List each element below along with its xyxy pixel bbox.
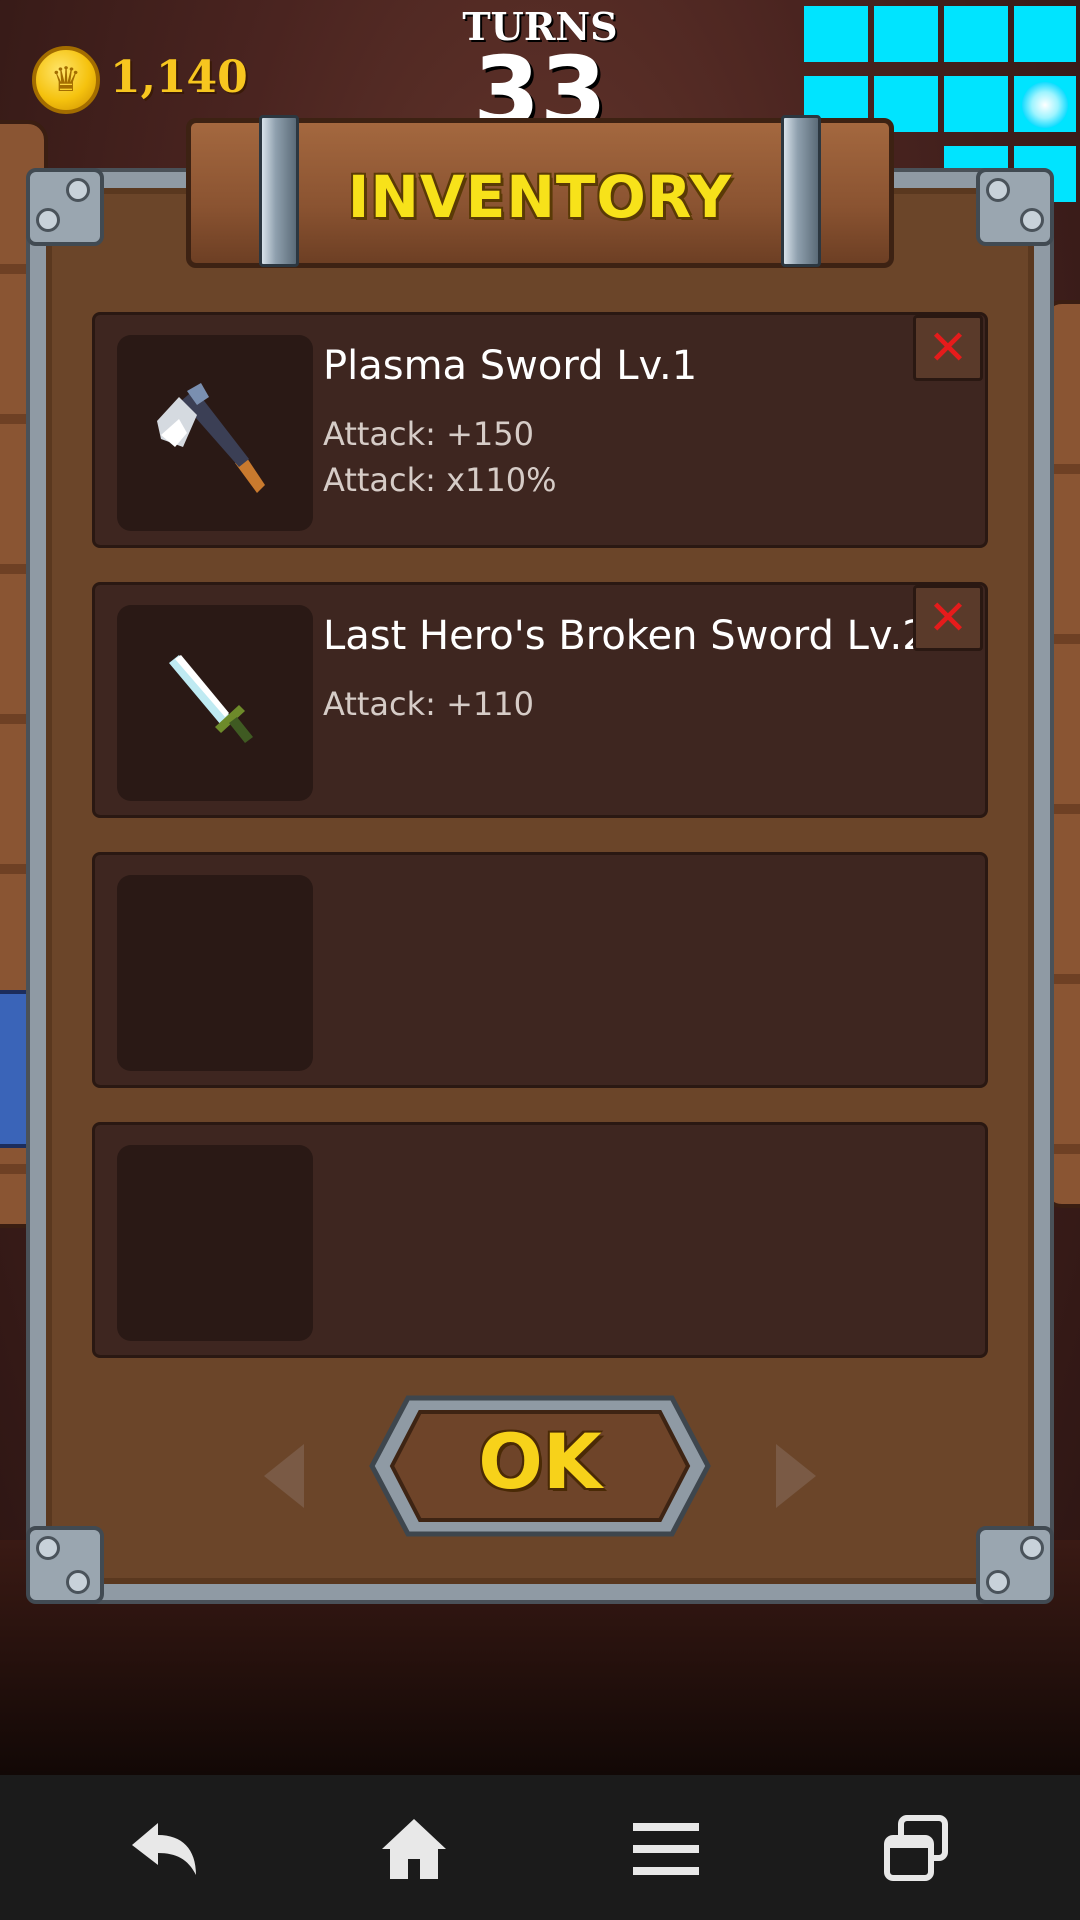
next-page-arrow-icon[interactable]: [776, 1444, 816, 1508]
back-icon: [132, 1823, 196, 1875]
item-name: Plasma Sword Lv.1: [323, 343, 698, 389]
remove-item-button[interactable]: ✕: [913, 315, 983, 381]
item-icon-frame: [117, 335, 313, 531]
item-stat: Attack: +110: [323, 685, 534, 723]
inventory-slot-2[interactable]: Last Hero's Broken Sword Lv.2 Attack: +1…: [92, 582, 988, 818]
home-button[interactable]: [374, 1809, 454, 1889]
minimap-cell: [804, 6, 868, 62]
close-icon: ✕: [927, 320, 969, 376]
minimap-cell: [1014, 6, 1076, 62]
dialog-title: INVENTORY: [347, 163, 733, 231]
item-stat: Attack: +150: [323, 415, 534, 453]
item-icon-frame: [117, 875, 313, 1071]
menu-icon: [633, 1823, 699, 1875]
coin-count: 1,140: [110, 52, 248, 103]
item-icon-frame: [117, 605, 313, 801]
minimap-cell: [944, 6, 1008, 62]
player-position-icon: [1022, 82, 1068, 128]
frame-corner-bottom-left: [26, 1526, 104, 1604]
axe-icon: [157, 383, 265, 493]
item-stat: Attack: x110%: [323, 461, 557, 499]
ok-button[interactable]: OK: [368, 1392, 712, 1540]
minimap-cell: [944, 76, 1008, 132]
inventory-slot-1[interactable]: Plasma Sword Lv.1 Attack: +150 Attack: x…: [92, 312, 988, 548]
home-icon: [382, 1819, 446, 1879]
inventory-slot-4[interactable]: [92, 1122, 988, 1358]
menu-button[interactable]: [626, 1809, 706, 1889]
minimap-cell: [874, 6, 938, 62]
frame-corner-top-right: [976, 168, 1054, 246]
inventory-slot-3[interactable]: [92, 852, 988, 1088]
ok-button-label: OK: [478, 1417, 602, 1506]
system-nav-bar: [0, 1775, 1080, 1920]
previous-page-arrow-icon[interactable]: [264, 1444, 304, 1508]
remove-item-button[interactable]: ✕: [913, 585, 983, 651]
item-name: Last Hero's Broken Sword Lv.2: [323, 613, 928, 659]
title-banner: INVENTORY: [186, 115, 894, 268]
close-icon: ✕: [927, 590, 969, 646]
frame-corner-top-left: [26, 168, 104, 246]
crown-coin-icon: ♛: [32, 46, 100, 114]
recent-apps-icon: [884, 1815, 948, 1881]
back-button[interactable]: [124, 1809, 204, 1889]
frame-corner-bottom-right: [976, 1526, 1054, 1604]
item-icon-frame: [117, 1145, 313, 1341]
recent-apps-button[interactable]: [876, 1809, 956, 1889]
sword-icon: [169, 655, 253, 743]
